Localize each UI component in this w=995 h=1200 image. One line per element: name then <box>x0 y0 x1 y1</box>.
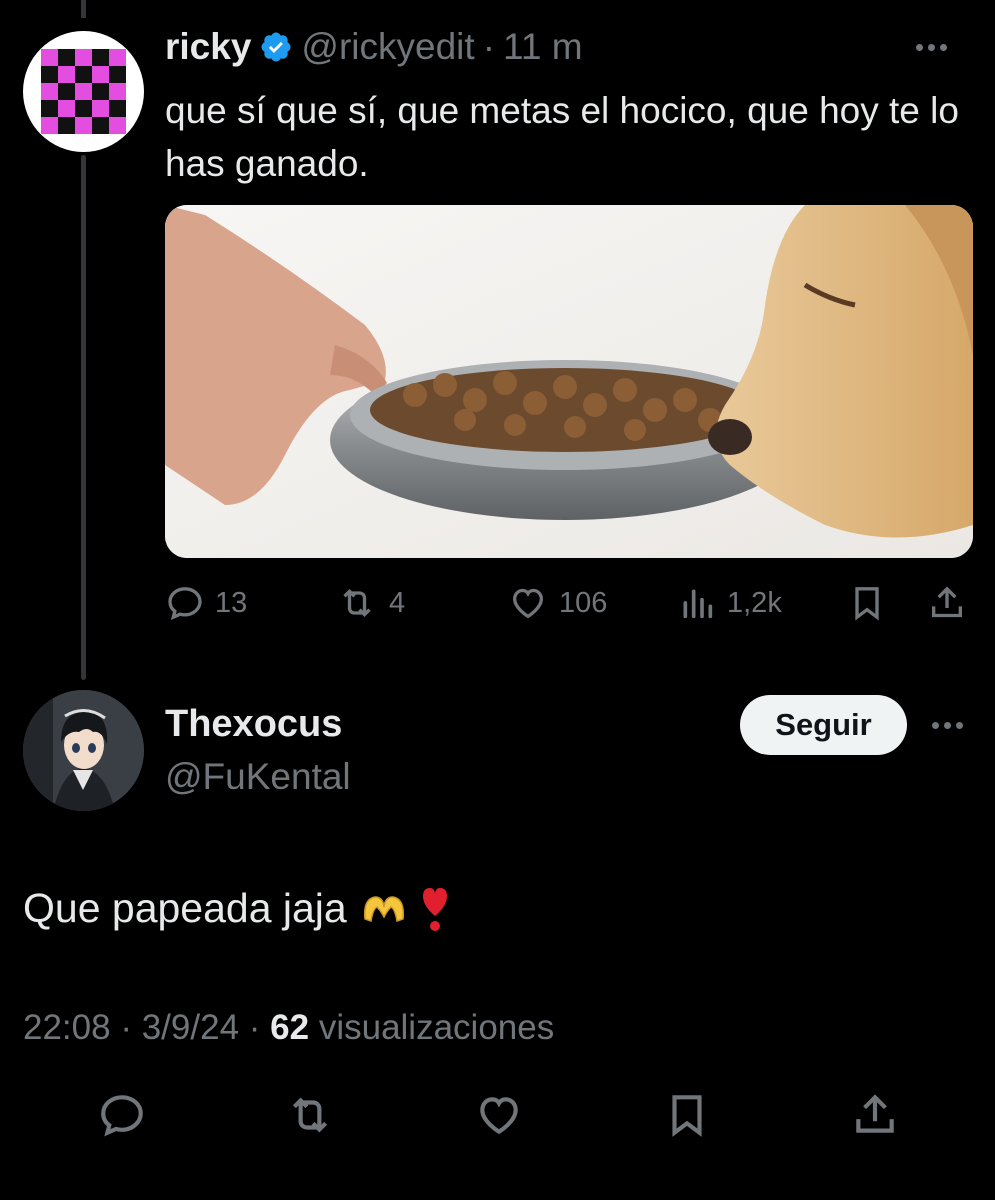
heart-icon <box>480 1097 518 1135</box>
author-handle[interactable]: @rickyedit <box>301 26 474 68</box>
reply-author-handle[interactable]: @FuKental <box>165 756 351 798</box>
bookmark-icon <box>672 1095 702 1137</box>
verified-badge-icon <box>259 30 293 64</box>
tweet-detail-page: ricky @rickyedit · 11 m que sí que sí, q… <box>0 0 995 1200</box>
analytics-icon <box>683 589 713 619</box>
reply-button[interactable] <box>97 1090 147 1145</box>
heart-hands-emoji-icon <box>361 889 407 929</box>
reply-more-options-icon[interactable] <box>932 722 963 729</box>
like-action[interactable]: 106 <box>507 580 607 626</box>
heart-icon <box>512 588 544 619</box>
reply-date[interactable]: 3/9/24 <box>142 1008 239 1047</box>
bookmark-action[interactable] <box>847 580 887 626</box>
views-action[interactable]: 1,2k <box>677 580 782 626</box>
reply-text-body: Que papeada jaja <box>23 885 347 931</box>
dog-food-photo-icon <box>165 205 973 558</box>
tweet-media-image[interactable] <box>165 205 973 558</box>
reply-count: 13 <box>215 586 248 619</box>
reply-views-count: 62 <box>270 1008 310 1047</box>
share-icon <box>856 1094 894 1133</box>
meta-separator: · <box>248 1008 261 1047</box>
repost-button[interactable] <box>283 1090 337 1145</box>
parent-tweet-actions: 13 4 106 1,2k <box>165 580 975 626</box>
anime-avatar-icon <box>23 690 144 811</box>
reply-time[interactable]: 22:08 <box>23 1008 111 1047</box>
bookmark-icon <box>855 587 879 621</box>
reply-meta: 22:08 · 3/9/24 · 62 visualizaciones <box>23 1008 554 1048</box>
like-button[interactable] <box>473 1090 525 1145</box>
reply-author-name[interactable]: Thexocus <box>165 703 342 746</box>
repost-icon <box>343 588 371 618</box>
more-options-icon[interactable] <box>916 43 947 51</box>
reply-icon <box>168 587 202 621</box>
meta-separator: · <box>120 1008 132 1047</box>
checkerboard-icon <box>41 49 126 134</box>
share-icon <box>932 586 962 618</box>
reply-actions-bar <box>0 1090 995 1146</box>
author-name[interactable]: ricky <box>165 26 251 68</box>
avatar-thexocus[interactable] <box>23 690 144 811</box>
views-count: 1,2k <box>727 586 782 619</box>
share-action[interactable] <box>927 580 967 626</box>
heart-exclamation-emoji-icon <box>421 886 449 932</box>
reply-action[interactable]: 13 <box>165 580 247 626</box>
repost-action[interactable]: 4 <box>335 580 405 626</box>
tweet-time[interactable]: 11 m <box>503 26 583 68</box>
bookmark-button[interactable] <box>662 1090 712 1145</box>
thread-line-top <box>81 0 86 18</box>
parent-tweet-header: ricky @rickyedit · 11 m <box>165 26 973 68</box>
reply-views-label: visualizaciones <box>318 1008 555 1047</box>
avatar-ricky[interactable] <box>23 31 144 152</box>
separator-dot: · <box>482 26 496 67</box>
repost-count: 4 <box>389 586 406 619</box>
reply-text: Que papeada jaja <box>23 885 449 932</box>
follow-button[interactable]: Seguir <box>740 695 907 755</box>
share-button[interactable] <box>850 1090 900 1145</box>
parent-tweet-text: que sí que sí, que metas el hocico, que … <box>165 90 959 184</box>
repost-icon <box>292 1097 328 1133</box>
reply-icon <box>101 1095 143 1137</box>
thread-connector-line <box>81 155 86 680</box>
like-count: 106 <box>559 586 608 619</box>
